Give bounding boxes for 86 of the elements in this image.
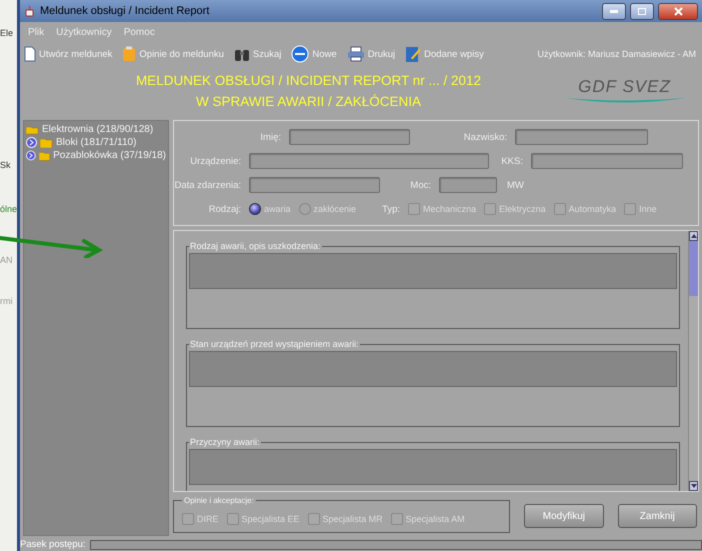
document-icon [24, 46, 36, 62]
checkbox-label: Mechaniczna [423, 204, 476, 214]
tree-item[interactable]: Bloki (181/71/110) [26, 136, 166, 149]
java-cup-icon [24, 5, 36, 17]
checkbox[interactable] [182, 512, 194, 524]
group-label: Opinie i akceptacje: [183, 496, 255, 505]
checkbox-label: Specjalista EE [242, 514, 300, 524]
checkbox-label: Automatyka [568, 204, 616, 214]
logo-swoosh-icon [564, 97, 684, 105]
minimize-icon [610, 10, 618, 12]
radio-button[interactable] [249, 203, 261, 215]
radio-label: zakłócenie [314, 204, 356, 214]
checkbox[interactable] [484, 203, 496, 215]
section-label: Rodzaj awarii, opis uszkodzenia: [189, 241, 322, 251]
menu-item[interactable]: Użytkownicy [56, 26, 112, 38]
input-field[interactable] [249, 177, 380, 193]
checkbox[interactable] [226, 512, 239, 524]
scroll-down-icon [690, 484, 696, 488]
checkbox-label: Specjalista AM [406, 514, 465, 524]
scrollbar[interactable] [688, 231, 698, 491]
section-label: Przyczyny awarii: [189, 437, 261, 447]
text-area[interactable] [189, 253, 677, 289]
checkbox[interactable] [408, 203, 420, 215]
menu-item[interactable]: Plik [28, 26, 44, 38]
field-label: Data zdarzenia: [174, 180, 242, 190]
field-label: KKS: [500, 156, 524, 166]
input-field[interactable] [515, 129, 648, 145]
maximize-button[interactable] [630, 2, 654, 20]
background-window-text: AN [0, 255, 13, 266]
checkbox-label: Inne [639, 204, 657, 214]
input-field[interactable] [249, 153, 489, 169]
new-badge-icon [291, 45, 310, 63]
window-title: Meldunek obsługi / Incident Report [40, 5, 210, 17]
progress-label: Pasek postępu: [20, 539, 86, 550]
toolbar-button[interactable]: Szukaj [234, 46, 282, 62]
checkbox[interactable] [308, 512, 320, 524]
text-area[interactable] [189, 449, 677, 485]
input-field[interactable] [289, 129, 410, 145]
toolbar-button[interactable]: Drukuj [346, 46, 396, 62]
scroll-up-icon [690, 234, 696, 238]
field-label: Imię: [259, 132, 282, 142]
maximize-icon [638, 8, 646, 14]
text-area[interactable] [189, 351, 677, 387]
field-label: Nazwisko: [462, 132, 508, 142]
field-label: Moc: [409, 180, 432, 190]
field-label: Typ: [381, 204, 402, 214]
background-window-text: Ele [0, 28, 14, 39]
close-icon [674, 6, 682, 16]
toolbar-button[interactable]: Nowe [291, 45, 337, 63]
checkbox[interactable] [624, 203, 636, 215]
radio-button[interactable] [298, 203, 311, 215]
tree-item[interactable]: Pozablokówka (37/19/18) [26, 149, 166, 162]
dialog-button[interactable]: Zamknij [618, 504, 697, 528]
checkbox[interactable] [554, 203, 566, 215]
background-window-text: ólne [0, 204, 18, 215]
checkbox[interactable] [390, 512, 403, 524]
unit-label: MW [507, 180, 524, 190]
scrollbar-thumb[interactable] [689, 241, 698, 296]
clipboard-icon [122, 46, 136, 62]
radio-label: awaria [264, 204, 291, 214]
background-window-text: rmi [0, 296, 12, 307]
field-label: Rodzaj: [208, 204, 242, 214]
notepad-pencil-icon [405, 45, 422, 63]
input-field[interactable] [439, 177, 497, 193]
menu-item[interactable]: Pomoc [124, 26, 155, 38]
toolbar-button[interactable]: Utwórz meldunek [24, 46, 112, 62]
checkbox-label: Specjalista MR [322, 514, 383, 524]
section-label: Stan urządzeń przed wystąpieniem awarii: [189, 339, 360, 349]
field-label: Urządzenie: [189, 156, 242, 166]
report-title: MELDUNEK OBSŁUGI / INCIDENT REPORT nr ... / 2012 [136, 73, 482, 88]
printer-icon [346, 46, 365, 62]
toolbar-button[interactable]: Opinie do meldunku [122, 46, 224, 62]
close-button[interactable] [658, 2, 698, 20]
report-subtitle: W SPRAWIE AWARII / ZAKŁÓCENIA [196, 94, 422, 109]
folder-icon [40, 138, 53, 148]
background-window-text: Sk [0, 160, 11, 171]
user-label: Użytkownik: Mariusz Damasiewicz - AM [537, 49, 696, 59]
minimize-button[interactable] [602, 2, 626, 20]
toolbar-button[interactable]: Dodane wpisy [405, 45, 484, 63]
folder-icon [38, 150, 50, 160]
tree-item[interactable]: Elektrownia (218/90/128) [26, 123, 166, 136]
dialog-button[interactable]: Modyfikuj [524, 504, 604, 528]
checkbox-label: DIRE [197, 514, 219, 524]
checkbox-label: Elektryczna [499, 204, 546, 214]
input-field[interactable] [531, 153, 683, 169]
logo-text: GDF SVEZ [578, 77, 671, 97]
